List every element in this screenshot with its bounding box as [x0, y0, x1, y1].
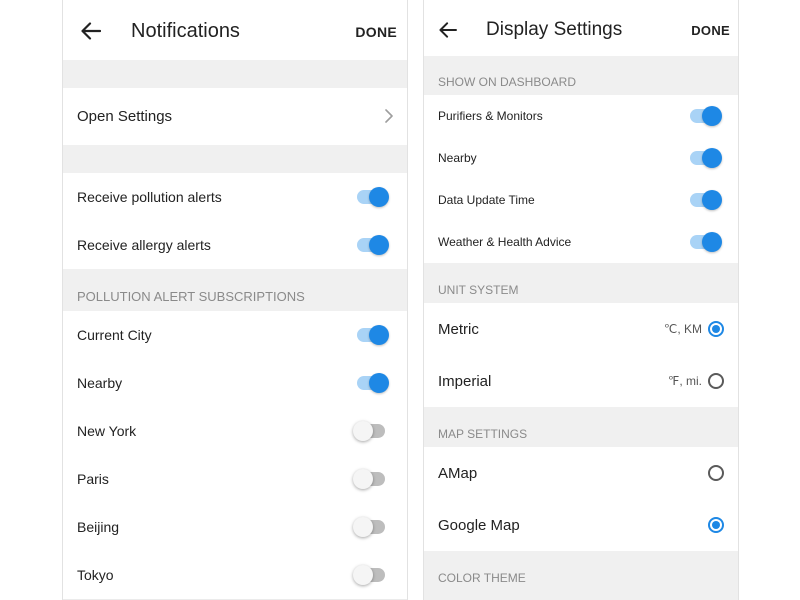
map-settings-header: MAP SETTINGS: [424, 407, 738, 447]
color-theme-header-label: COLOR THEME: [438, 571, 526, 585]
subscription-toggle-beijing[interactable]: [353, 517, 387, 537]
unit-radio-metric[interactable]: [708, 321, 724, 337]
unit-row-metric[interactable]: Metric ℃, KM: [424, 303, 738, 356]
dashboard-toggle-nearby[interactable]: [690, 148, 722, 168]
subscription-row-beijing: Beijing: [63, 503, 407, 552]
alert-row-receive-pollution-alerts: Receive pollution alerts: [63, 173, 407, 222]
map-radio-amap[interactable]: [708, 465, 724, 481]
alert-label: Receive pollution alerts: [77, 189, 222, 205]
subscription-label: Current City: [77, 327, 152, 343]
subscription-row-tokyo: Tokyo: [63, 551, 407, 600]
alert-toggle-receive-allergy-alerts[interactable]: [357, 235, 389, 255]
unit-row-imperial[interactable]: Imperial ℉, mi.: [424, 355, 738, 408]
subscription-toggle-current-city[interactable]: [357, 325, 389, 345]
subscription-toggle-tokyo[interactable]: [353, 565, 387, 585]
subscription-label: Tokyo: [77, 567, 114, 583]
unit-symbols: ℃, KM: [663, 322, 702, 336]
dashboard-label: Data Update Time: [438, 193, 535, 207]
color-theme-header: COLOR THEME: [424, 551, 738, 600]
unit-radio-imperial[interactable]: [708, 373, 724, 389]
map-settings-header-label: MAP SETTINGS: [438, 427, 528, 441]
page-title: Notifications: [131, 20, 240, 42]
section-spacer: [63, 145, 407, 173]
done-button[interactable]: DONE: [355, 24, 397, 40]
alert-toggle-receive-pollution-alerts[interactable]: [357, 187, 389, 207]
subscription-toggle-paris[interactable]: [353, 469, 387, 489]
back-button[interactable]: [78, 18, 104, 44]
unit-system-header: UNIT SYSTEM: [424, 263, 738, 303]
subscription-label: Beijing: [77, 519, 120, 535]
subscription-row-paris: Paris: [63, 455, 407, 504]
alert-label: Receive allergy alerts: [77, 237, 211, 253]
open-settings-label: Open Settings: [77, 108, 173, 125]
open-settings-row[interactable]: Open Settings: [63, 88, 407, 146]
dashboard-header: SHOW ON DASHBOARD: [424, 56, 738, 95]
map-row-amap[interactable]: AMap: [424, 447, 738, 500]
page-title: Display Settings: [486, 19, 623, 40]
map-label: AMap: [438, 465, 478, 482]
dashboard-label: Purifiers & Monitors: [438, 109, 543, 123]
unit-symbols: ℉, mi.: [667, 374, 702, 388]
subscription-label: Nearby: [77, 375, 123, 391]
alert-row-receive-allergy-alerts: Receive allergy alerts: [63, 221, 407, 270]
dashboard-toggle-data-update-time[interactable]: [690, 190, 722, 210]
subscription-row-current-city: Current City: [63, 311, 407, 360]
section-spacer: [63, 60, 407, 88]
subscription-label: Paris: [77, 471, 109, 487]
unit-label: Metric: [438, 321, 479, 338]
dashboard-header-label: SHOW ON DASHBOARD: [438, 75, 577, 89]
subscription-toggle-nearby[interactable]: [357, 373, 389, 393]
dashboard-label: Nearby: [438, 151, 477, 165]
dashboard-label: Weather & Health Advice: [438, 235, 572, 249]
dashboard-row-weather-and-health-advice: Weather & Health Advice: [424, 221, 738, 264]
dashboard-row-purifiers-and-monitors: Purifiers & Monitors: [424, 95, 738, 138]
subscriptions-header: POLLUTION ALERT SUBSCRIPTIONS: [63, 269, 407, 311]
unit-system-header-label: UNIT SYSTEM: [438, 283, 519, 297]
map-label: Google Map: [438, 517, 520, 534]
subscription-toggle-new-york[interactable]: [353, 421, 387, 441]
display-settings-header: Display Settings DONE: [424, 0, 738, 56]
dashboard-toggle-purifiers-and-monitors[interactable]: [690, 106, 722, 126]
subscription-label: New York: [77, 423, 137, 439]
subscription-row-new-york: New York: [63, 407, 407, 456]
map-radio-google-map[interactable]: [708, 517, 724, 533]
unit-label: Imperial: [438, 373, 492, 390]
dashboard-row-nearby: Nearby: [424, 137, 738, 180]
done-button[interactable]: DONE: [691, 23, 730, 38]
arrow-left-icon: [81, 22, 101, 40]
notifications-header: Notifications DONE: [63, 0, 407, 60]
back-button[interactable]: [435, 17, 461, 43]
arrow-left-icon: [439, 22, 457, 38]
chevron-right-icon: [385, 109, 393, 123]
dashboard-toggle-weather-and-health-advice[interactable]: [690, 232, 722, 252]
map-row-google-map[interactable]: Google Map: [424, 499, 738, 552]
dashboard-row-data-update-time: Data Update Time: [424, 179, 738, 222]
display-settings-panel: Display Settings DONE SHOW ON DASHBOARD …: [423, 0, 739, 600]
notifications-panel: Notifications DONE Open Settings Receive…: [62, 0, 408, 600]
subscriptions-header-label: POLLUTION ALERT SUBSCRIPTIONS: [77, 289, 305, 304]
subscription-row-nearby: Nearby: [63, 359, 407, 408]
